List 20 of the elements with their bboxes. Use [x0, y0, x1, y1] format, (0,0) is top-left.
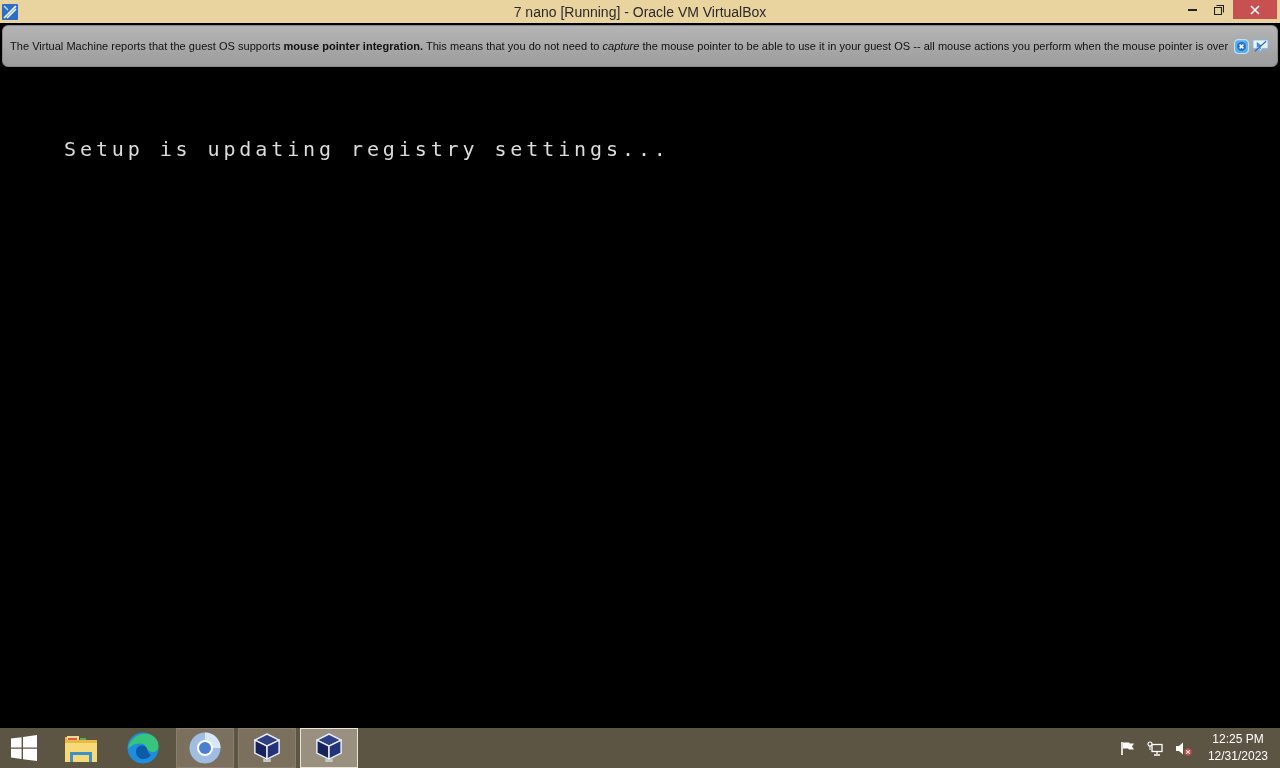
notification-message: The Virtual Machine reports that the guest OS supports mouse pointer integration. This means that you do not need to capture the mouse pointer to be able to use it in your guest OS -- all mouse actions you perform when the mouse pointer is over [10, 40, 1229, 52]
clock-button[interactable]: 12:25 PM 12/31/2023 [1207, 731, 1268, 765]
swirl-logo-icon [127, 732, 159, 764]
window-title: 7 nano [Running] - Oracle VM VirtualBox [513, 2, 767, 21]
mouse-pointer-icon[interactable] [1252, 38, 1269, 54]
taskbar-button[interactable] [238, 728, 296, 768]
close-icon[interactable] [1234, 38, 1249, 54]
windows-logo-icon [11, 735, 37, 761]
cube-icon [315, 733, 343, 763]
speaker-icon[interactable] [1174, 740, 1192, 756]
app-icon[interactable] [2, 3, 18, 20]
network-icon[interactable] [1146, 740, 1163, 756]
round-logo-icon [189, 732, 221, 764]
restore-icon [1214, 4, 1224, 15]
console-text: Setup is updating registry settings... [64, 137, 670, 161]
close-icon [1250, 4, 1260, 15]
folder-icon [64, 733, 98, 763]
cube-icon [253, 733, 281, 763]
flag-icon[interactable] [1120, 741, 1135, 755]
minimize-icon [1187, 8, 1197, 11]
